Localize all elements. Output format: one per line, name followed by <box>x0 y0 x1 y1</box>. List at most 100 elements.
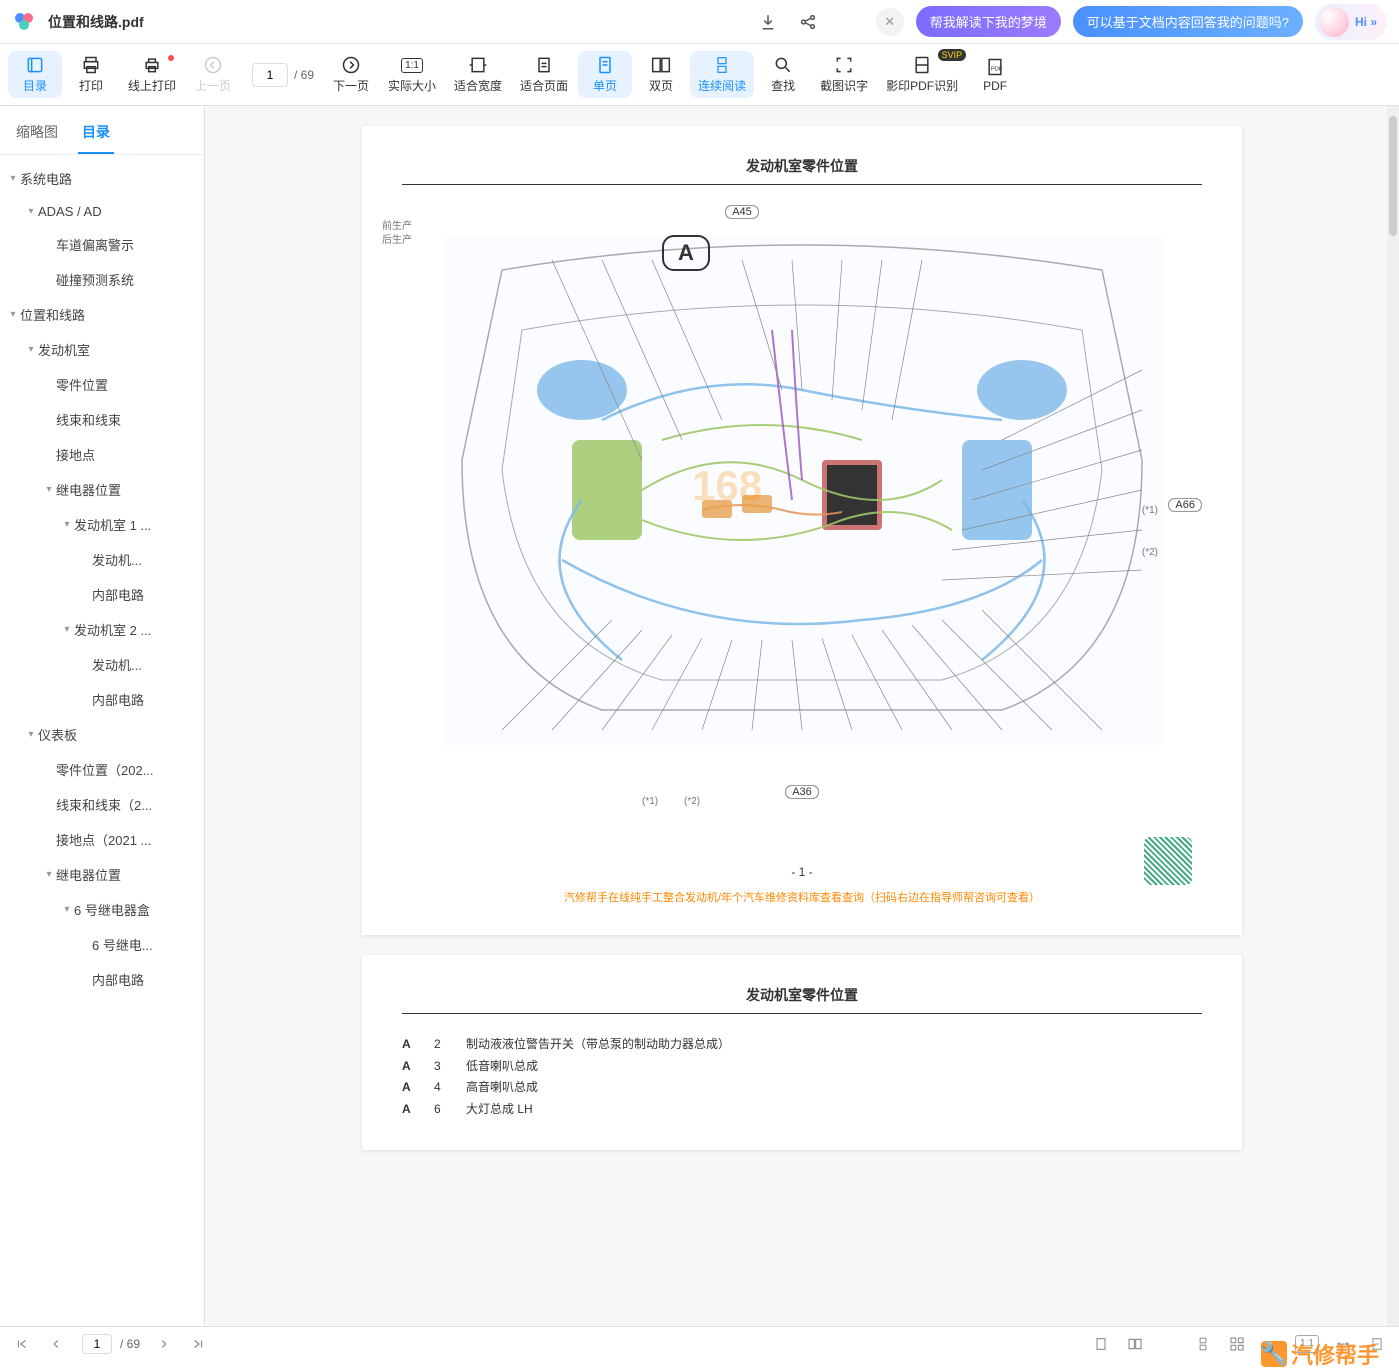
bottom-page-input[interactable] <box>82 1334 112 1354</box>
chevron-icon: ▾ <box>60 904 74 915</box>
toolbar-cloud-print[interactable]: 线上打印 <box>120 51 184 98</box>
prev-page-icon[interactable] <box>46 1334 66 1354</box>
qr-code-icon <box>1144 837 1192 885</box>
layout-grid-icon[interactable] <box>1227 1334 1247 1354</box>
toc-item[interactable]: ▾发动机室 2 ... <box>0 612 204 647</box>
app-logo <box>12 10 36 34</box>
chevron-icon: ▾ <box>24 729 38 740</box>
chevron-icon: ▾ <box>60 519 74 530</box>
layout-single-icon[interactable] <box>1091 1334 1111 1354</box>
chevron-icon: ▾ <box>42 484 56 495</box>
star-note-b2: (*2) <box>684 796 700 807</box>
suggestion-pill-2[interactable]: 可以基于文档内容回答我的问题吗? <box>1073 6 1303 37</box>
toc-item[interactable]: 接地点 <box>0 437 204 472</box>
brand-watermark: 🔧 汽修帮手 <box>1261 1338 1379 1370</box>
layout-double-icon[interactable] <box>1125 1334 1145 1354</box>
toolbar-pdf[interactable]: PDFPDF <box>968 53 1022 97</box>
toolbar-print[interactable]: 打印 <box>64 51 118 98</box>
tab-outline[interactable]: 目录 <box>78 112 114 154</box>
ocr-crop-icon <box>834 55 854 75</box>
toolbar-scan-pdf[interactable]: 影印PDF识别SVIP <box>878 51 966 98</box>
toc-item[interactable]: ▾系统电路 <box>0 161 204 196</box>
print-icon <box>81 55 101 75</box>
vertical-scrollbar[interactable] <box>1387 106 1399 1326</box>
toolbar-outline[interactable]: 目录 <box>8 51 62 98</box>
cloud-print-icon <box>142 55 162 75</box>
toolbar-continuous[interactable]: 连续阅读 <box>690 51 754 98</box>
suggestion-pill-1[interactable]: 帮我解读下我的梦境 <box>916 6 1061 37</box>
toc-item[interactable]: ▾继电器位置 <box>0 857 204 892</box>
toc-item[interactable]: 线束和线束（2... <box>0 787 204 822</box>
legend-row: A3低音喇叭总成 <box>402 1056 1202 1078</box>
toc-item[interactable]: 零件位置（202... <box>0 752 204 787</box>
scrollbar-thumb[interactable] <box>1389 116 1397 236</box>
toc-item[interactable]: 发动机... <box>0 647 204 682</box>
last-page-icon[interactable] <box>188 1334 208 1354</box>
toolbar-ocr-crop[interactable]: 截图识字 <box>812 51 876 98</box>
toc-item[interactable]: ▾6 号继电器盒 <box>0 892 204 927</box>
toc-item[interactable]: 零件位置 <box>0 367 204 402</box>
toolbar-actual-size[interactable]: 1:1实际大小 <box>380 51 444 98</box>
avatar-icon <box>1319 7 1349 37</box>
toolbar-single-page[interactable]: 单页 <box>578 51 632 98</box>
toolbar: 目录打印线上打印上一页 / 69 下一页1:1实际大小适合宽度适合页面单页双页连… <box>0 44 1399 106</box>
tab-thumbnails[interactable]: 缩略图 <box>12 112 62 154</box>
section-label-a: A <box>662 235 710 271</box>
toc-item[interactable]: ▾继电器位置 <box>0 472 204 507</box>
toolbar-fit-width[interactable]: 适合宽度 <box>446 51 510 98</box>
toc-item[interactable]: ▾发动机室 1 ... <box>0 507 204 542</box>
share-icon[interactable] <box>794 8 822 36</box>
toc-item[interactable]: ▾发动机室 <box>0 332 204 367</box>
svg-text:PDF: PDF <box>991 66 1003 72</box>
legend-row: A4高音喇叭总成 <box>402 1077 1202 1099</box>
next-page-icon[interactable] <box>154 1334 174 1354</box>
prev-page-icon <box>203 55 223 75</box>
toc-item[interactable]: 接地点（2021 ... <box>0 822 204 857</box>
legend-row: A6大灯总成 LH <box>402 1099 1202 1121</box>
pdf-page-2: 发动机室零件位置 A2制动液液位警告开关（带总泵的制动助力器总成）A3低音喇叭总… <box>362 955 1242 1150</box>
toolbar-fit-page[interactable]: 适合页面 <box>512 51 576 98</box>
document-viewport[interactable]: 发动机室零件位置 前生产 后生产 <box>205 106 1399 1326</box>
page-indicator: / 69 <box>242 63 322 87</box>
toc-item[interactable]: 碰撞预测系统 <box>0 262 204 297</box>
fit-page-icon <box>534 55 554 75</box>
chevron-icon: ▾ <box>60 624 74 635</box>
toc-item[interactable]: ▾仪表板 <box>0 717 204 752</box>
ai-assistant-button[interactable]: Hi » <box>1315 4 1387 40</box>
toc-item[interactable]: 车道偏离警示 <box>0 227 204 262</box>
page-input[interactable] <box>252 63 288 87</box>
chevron-icon: ▾ <box>6 309 20 320</box>
search-icon <box>773 55 793 75</box>
toc-item[interactable]: 发动机... <box>0 542 204 577</box>
toc-item[interactable]: ▾位置和线路 <box>0 297 204 332</box>
layout-continuous-icon[interactable] <box>1193 1334 1213 1354</box>
toolbar-prev-page: 上一页 <box>186 51 240 98</box>
callout-A66: A66 <box>1168 498 1202 512</box>
toc-item[interactable]: ▾ADAS / AD <box>0 196 204 227</box>
first-page-icon[interactable] <box>12 1334 32 1354</box>
bottom-page-total: / 69 <box>120 1337 140 1351</box>
engine-diagram: 前生产 后生产 <box>402 205 1202 845</box>
note-front-prod: 前生产 <box>382 217 412 232</box>
toolbar-search[interactable]: 查找 <box>756 51 810 98</box>
close-suggestions-icon[interactable]: ✕ <box>876 8 904 36</box>
download-icon[interactable] <box>754 8 782 36</box>
toolbar-two-page[interactable]: 双页 <box>634 51 688 98</box>
two-page-icon <box>651 55 671 75</box>
toc-item[interactable]: 6 号继电... <box>0 927 204 962</box>
toc-item[interactable]: 内部电路 <box>0 962 204 997</box>
toc-item[interactable]: 线束和线束 <box>0 402 204 437</box>
toc-item[interactable]: 内部电路 <box>0 682 204 717</box>
toc-item[interactable]: 内部电路 <box>0 577 204 612</box>
footer-note: 汽修帮手在线纯手工整合发动机/年个汽车维修资料库查看查询（扫码右边在指导师帮咨询… <box>402 889 1202 905</box>
star-note-b1: (*1) <box>642 796 658 807</box>
titlebar: 位置和线路.pdf ✕ 帮我解读下我的梦境 可以基于文档内容回答我的问题吗? H… <box>0 0 1399 44</box>
toolbar-next-page[interactable]: 下一页 <box>324 51 378 98</box>
outline-icon <box>25 55 45 75</box>
watermark-text: 168 <box>692 462 762 509</box>
wrench-icon: 🔧 <box>1261 1341 1287 1367</box>
pdf-page-1: 发动机室零件位置 前生产 后生产 <box>362 126 1242 935</box>
avatar-label: Hi » <box>1355 15 1377 29</box>
star-note-2: (*2) <box>1142 547 1158 558</box>
page-number: - 1 - <box>402 865 1202 879</box>
